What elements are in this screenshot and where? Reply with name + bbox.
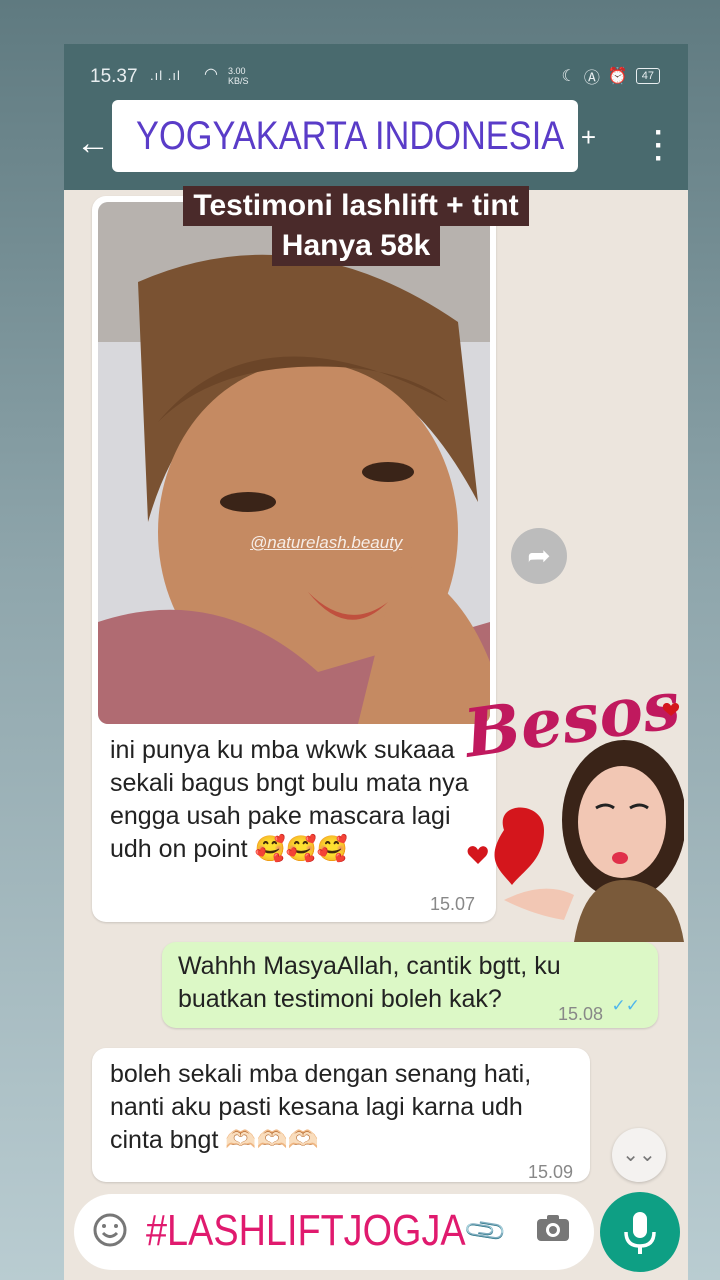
headline-line-1: Testimoni lashlift + tint	[183, 186, 529, 226]
image-message-bubble[interactable]: @naturelash.beauty ini punya ku mba wkwk…	[92, 196, 496, 922]
add-call-icon[interactable]: +	[581, 122, 596, 153]
message-time: 15.08	[558, 1004, 604, 1024]
promo-headline: Testimoni lashlift + tint Hanya 58k	[176, 186, 536, 266]
headline-line-2: Hanya 58k	[271, 226, 441, 266]
wifi-icon: ◠	[204, 66, 218, 83]
moon-icon: ☾	[561, 68, 576, 85]
customer-photo[interactable]	[98, 202, 490, 724]
message-time: 15.09	[528, 1162, 574, 1182]
network-speed-unit: KB/S	[228, 76, 249, 86]
message-text: Wahhh MasyaAllah, cantik bgtt, ku buatka…	[178, 952, 561, 1013]
battery-icon: 47	[635, 68, 660, 84]
message-text: ini punya ku mba wkwk sukaaa sekali bagu…	[110, 736, 469, 863]
attach-icon[interactable]: 📎	[461, 1207, 509, 1255]
more-vert-icon[interactable]: · · ·	[654, 118, 664, 174]
lock-icon: Ⓐ	[583, 70, 600, 87]
location-text: YOGYAKARTA INDONESIA	[136, 113, 565, 158]
incoming-message-bubble[interactable]: boleh sekali mba dengan senang hati, nan…	[92, 1048, 590, 1182]
mic-icon	[624, 1212, 656, 1254]
emoji-icon[interactable]	[92, 1212, 128, 1248]
location-banner: YOGYAKARTA INDONESIA	[112, 100, 578, 172]
phone-screen: 15.37 .ıl .ıl ◠ 3.00 KB/S ☾ Ⓐ ⏰ 47 ← + ·…	[64, 44, 688, 1280]
signal-icon: .ıl .ıl	[150, 68, 181, 83]
network-speed: 3.00 KB/S	[228, 66, 249, 86]
alarm-icon: ⏰	[607, 68, 628, 85]
watermark: @naturelash.beauty	[250, 533, 403, 552]
mic-button[interactable]	[600, 1192, 680, 1272]
kiss-girl-sticker	[467, 703, 684, 942]
network-speed-value: 3.00	[228, 66, 246, 76]
message-input[interactable]: #LASHLIFTJOGJA	[146, 1206, 466, 1256]
arrow-back-icon[interactable]: ←	[76, 124, 110, 163]
status-icons: ☾ Ⓐ ⏰ 47	[561, 64, 660, 88]
message-input-bar[interactable]: #LASHLIFTJOGJA 📎	[74, 1194, 594, 1270]
message-text: boleh sekali mba dengan senang hati, nan…	[110, 1060, 532, 1154]
status-time: 15.37	[90, 66, 138, 87]
besos-sticker: Besos	[460, 665, 685, 942]
read-receipt-icon: ✓✓	[611, 996, 641, 1015]
forward-icon[interactable]: ➦	[511, 528, 567, 584]
scroll-down-icon[interactable]: ⌄⌄	[612, 1128, 666, 1182]
outgoing-message-bubble[interactable]: Wahhh MasyaAllah, cantik bgtt, ku buatka…	[162, 942, 658, 1028]
camera-icon[interactable]	[536, 1214, 570, 1242]
